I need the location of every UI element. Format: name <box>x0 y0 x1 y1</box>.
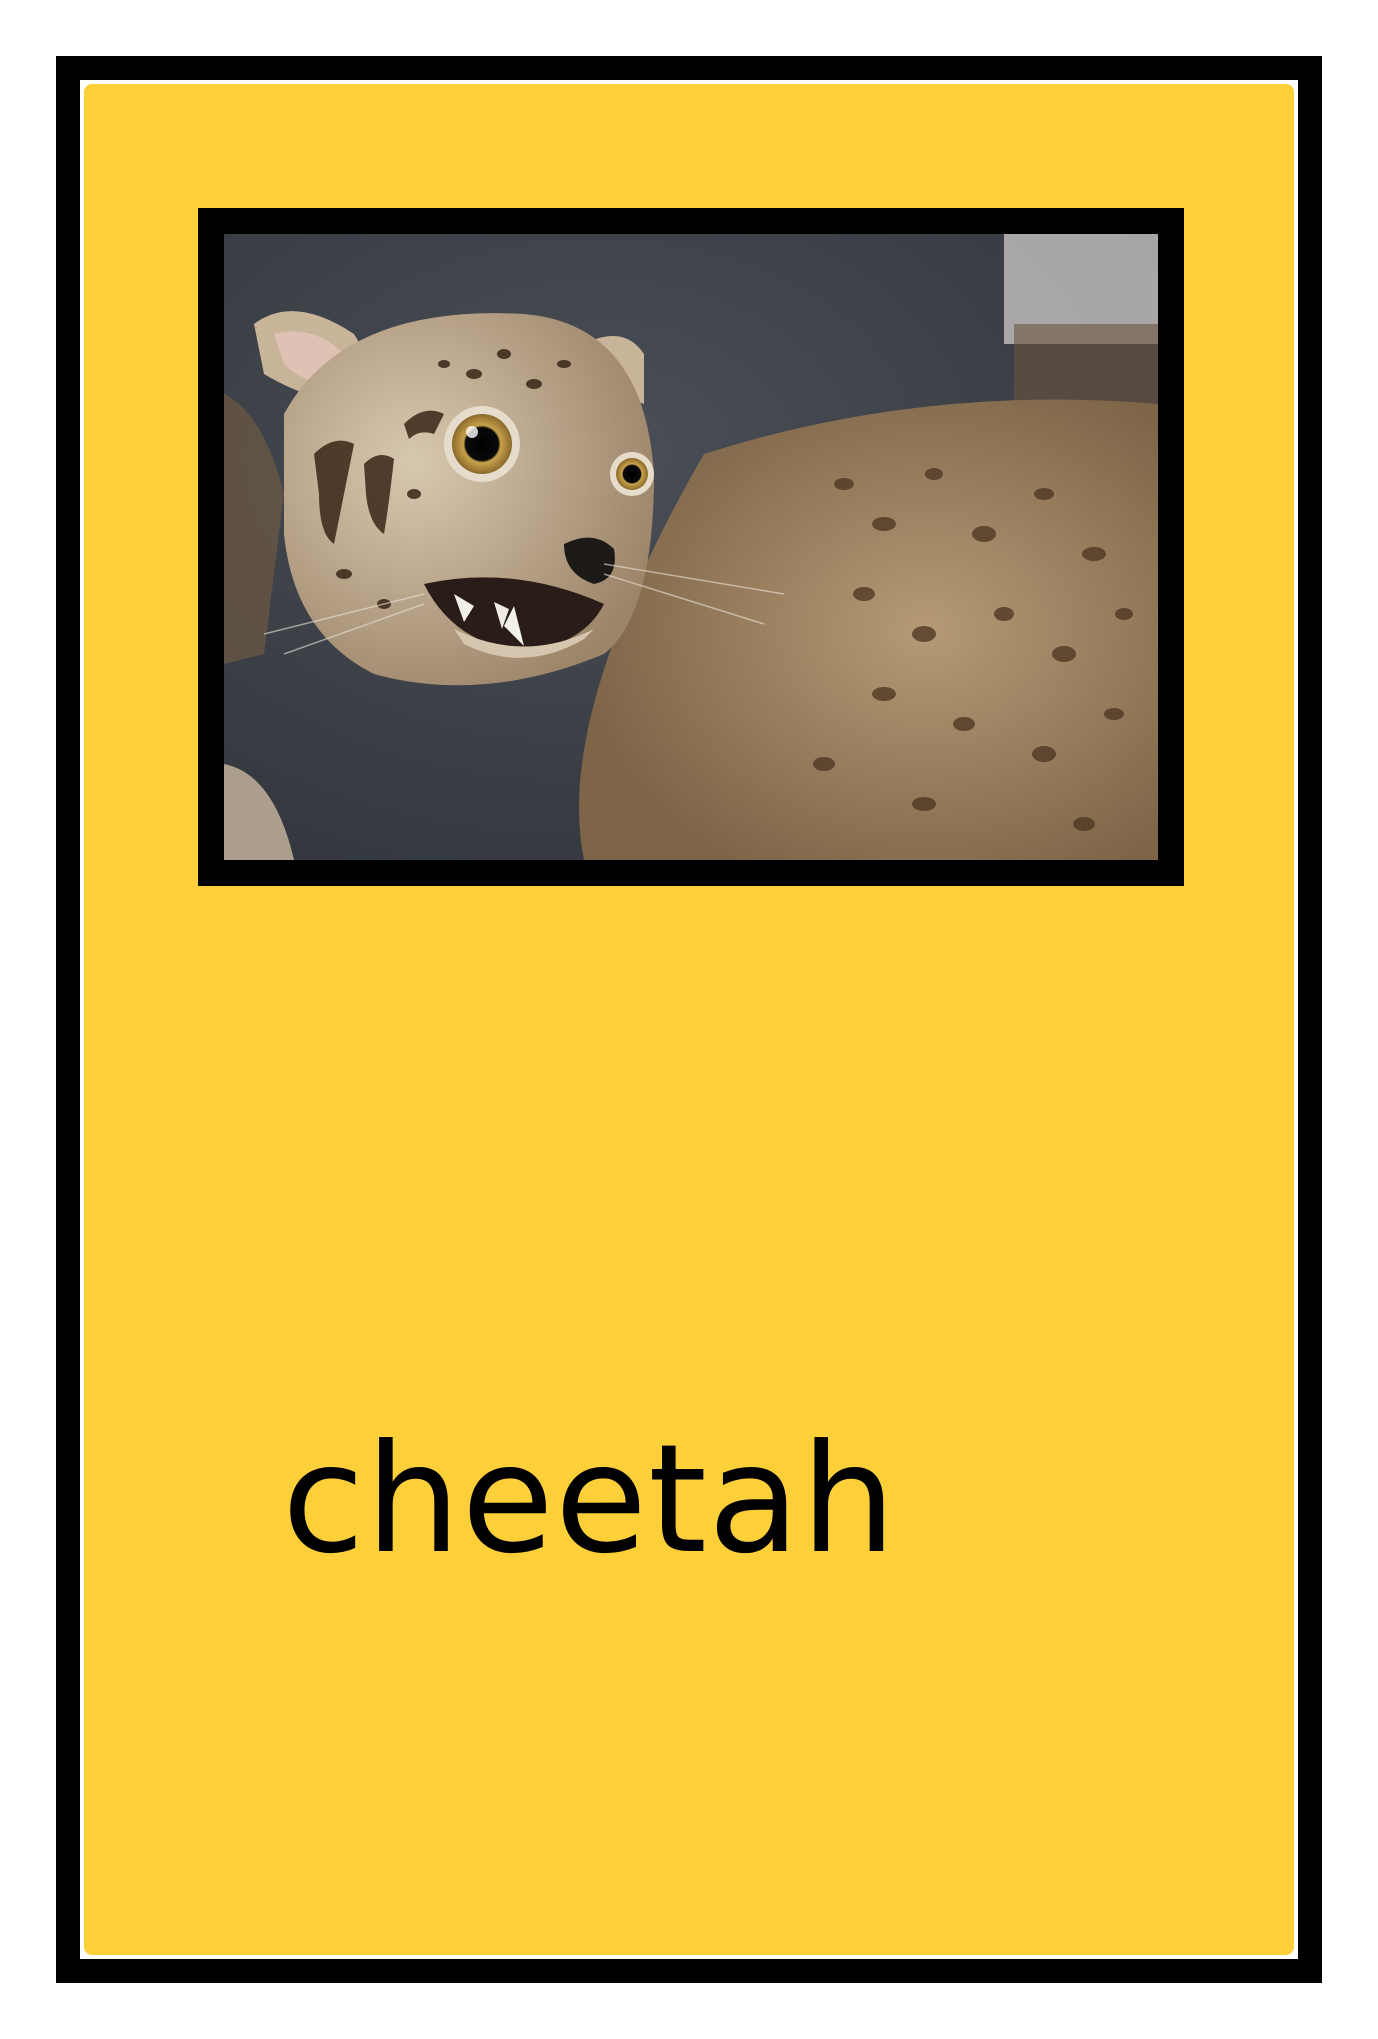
card-word: cheetah <box>282 1413 897 1587</box>
animal-photo <box>224 234 1158 860</box>
animal-photo-frame <box>198 208 1184 886</box>
